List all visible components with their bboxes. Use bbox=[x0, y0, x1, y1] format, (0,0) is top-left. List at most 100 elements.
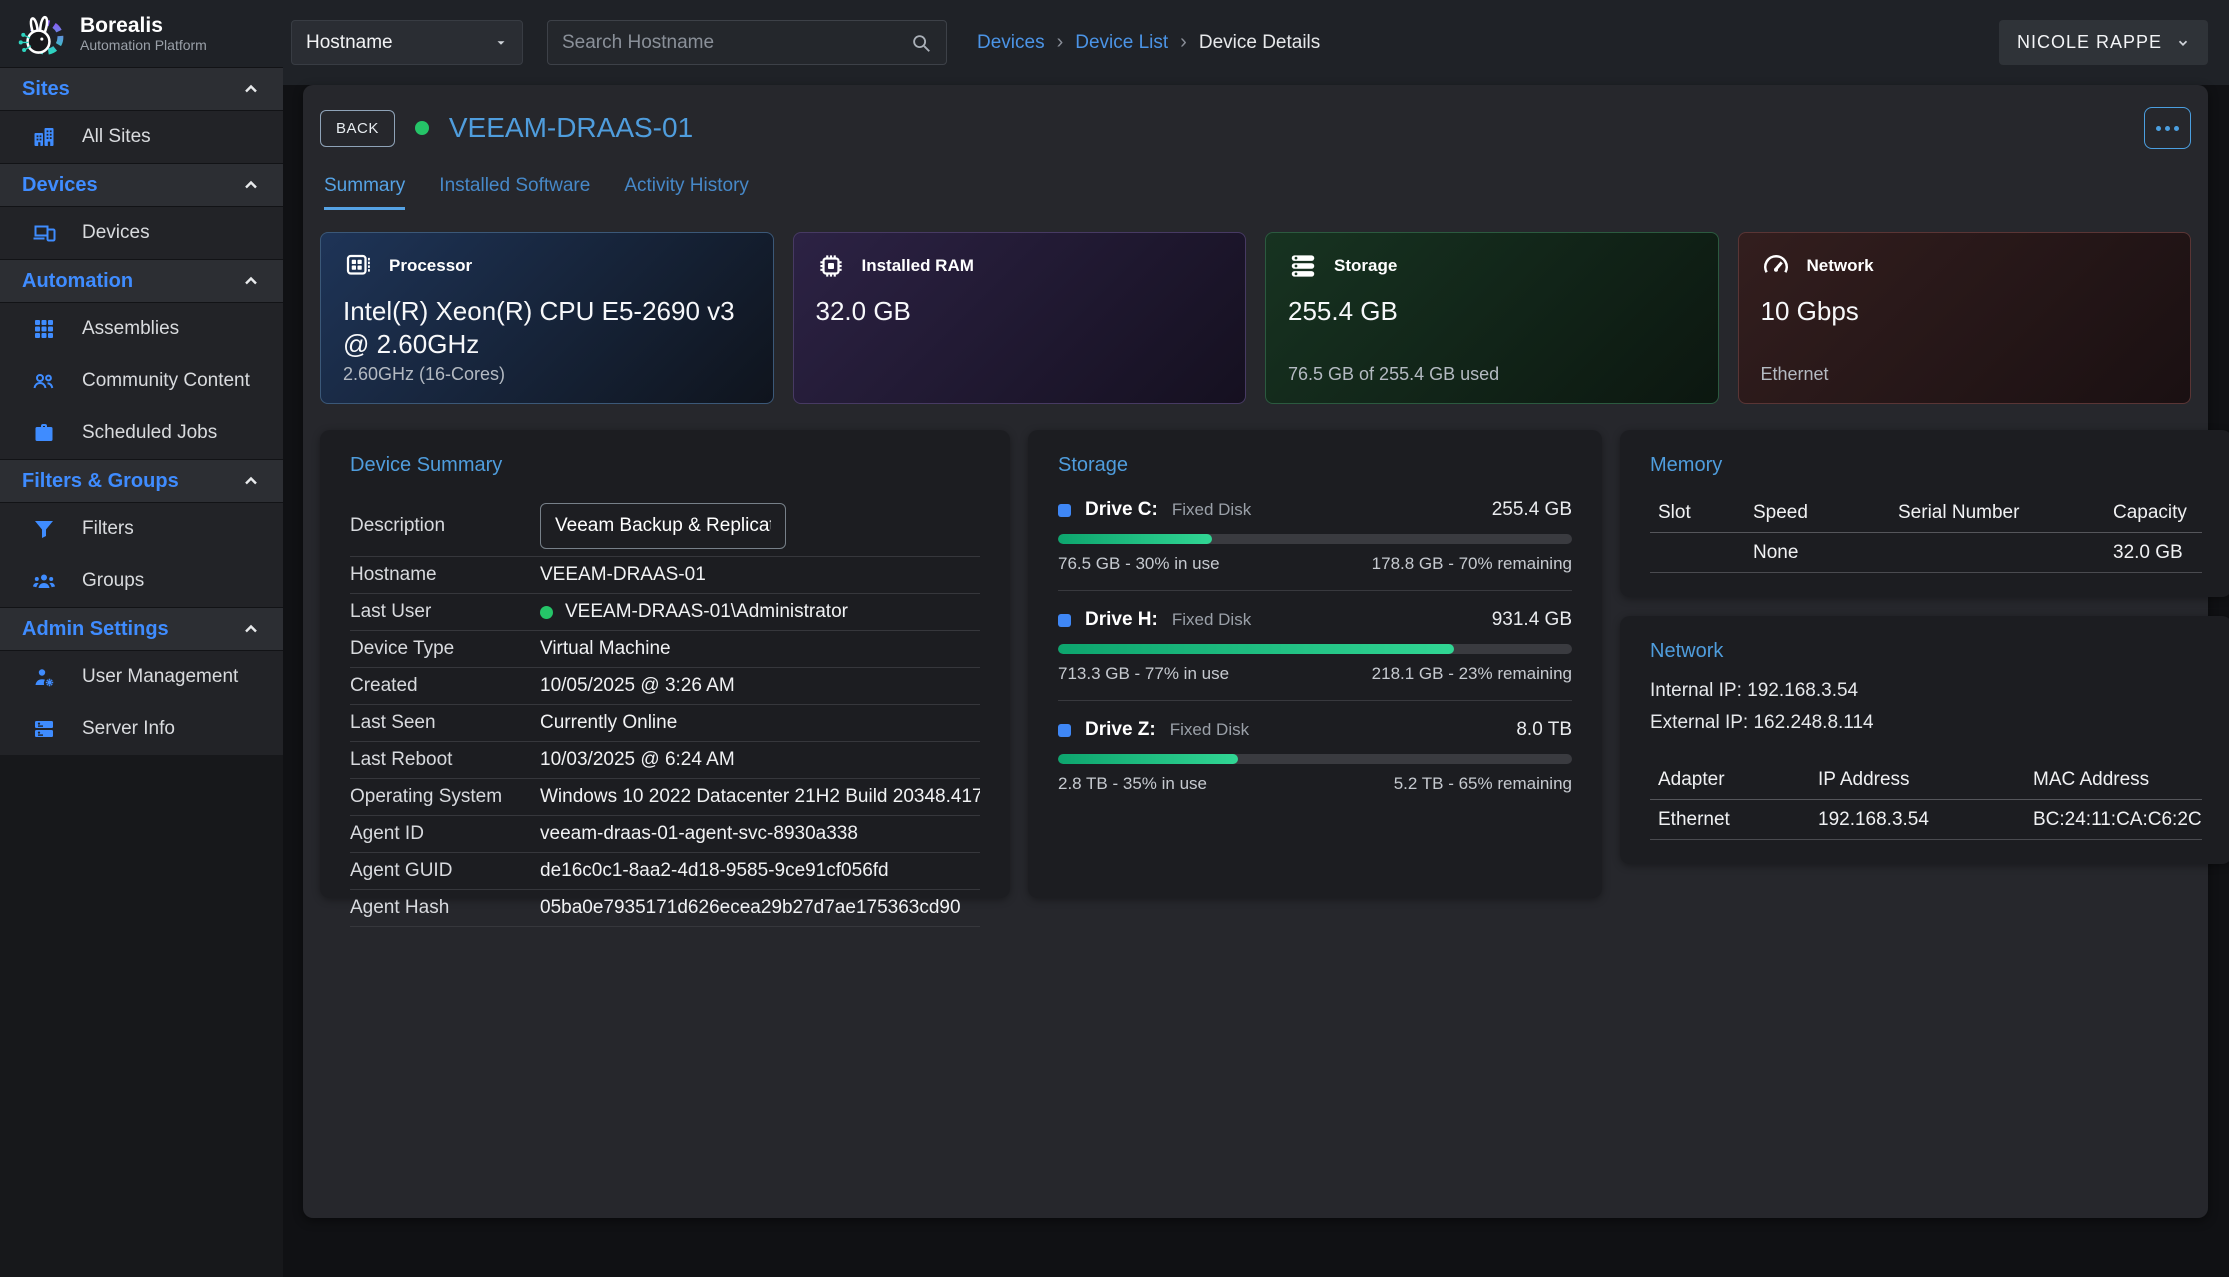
search-type-dropdown[interactable]: Hostname bbox=[291, 20, 523, 65]
sidebar-section-items: Devices bbox=[0, 207, 283, 259]
stat-card-header: Storage bbox=[1288, 251, 1696, 281]
drive-used-label: 76.5 GB - 30% in use bbox=[1058, 554, 1220, 574]
summary-row-last-seen: Last SeenCurrently Online bbox=[350, 705, 980, 742]
sidebar-section-devices[interactable]: Devices bbox=[0, 163, 283, 207]
description-input[interactable] bbox=[540, 503, 786, 549]
sidebar-item-filters[interactable]: Filters bbox=[0, 503, 283, 555]
brand-subtitle: Automation Platform bbox=[80, 37, 207, 53]
drive-bullet-icon bbox=[1058, 504, 1071, 517]
summary-row-description: Description bbox=[350, 495, 980, 557]
stat-card-value: 32.0 GB bbox=[816, 295, 1224, 328]
sidebar-section-label: Sites bbox=[22, 78, 241, 101]
breadcrumb-devices[interactable]: Devices bbox=[977, 32, 1045, 54]
chevron-up-icon bbox=[241, 79, 261, 99]
summary-row-last-user: Last UserVEEAM-DRAAS-01\Administrator bbox=[350, 594, 980, 631]
building-icon bbox=[32, 125, 56, 149]
breadcrumb-separator: › bbox=[1057, 31, 1064, 54]
summary-row-label: Last User bbox=[350, 601, 540, 623]
summary-row-value: VEEAM-DRAAS-01\Administrator bbox=[540, 601, 848, 623]
sidebar-section-items: Filters Groups bbox=[0, 503, 283, 607]
rabbit-gear-logo bbox=[14, 7, 68, 61]
cpu-icon bbox=[343, 251, 373, 281]
device-header: BACK VEEAM-DRAAS-01 bbox=[320, 107, 2191, 149]
drive-row-drive-z: Drive Z:Fixed Disk8.0 TB 2.8 TB - 35% in … bbox=[1058, 700, 1572, 794]
drive-usage-bar bbox=[1058, 534, 1572, 544]
search-input[interactable] bbox=[562, 32, 910, 54]
search-type-value: Hostname bbox=[306, 32, 494, 54]
sidebar-item-user-management[interactable]: User Management bbox=[0, 651, 283, 703]
user-name: NICOLE RAPPE bbox=[2017, 32, 2162, 53]
drive-usage-fill bbox=[1058, 534, 1212, 544]
tab-activity-history[interactable]: Activity History bbox=[624, 175, 749, 210]
filter-icon bbox=[32, 517, 56, 541]
user-gear-icon bbox=[32, 665, 56, 689]
memory-header-row: SlotSpeedSerial NumberCapacity bbox=[1650, 493, 2202, 533]
topbar: Hostname Devices › Device List › Device Deta… bbox=[283, 0, 2229, 85]
drive-usage-bar bbox=[1058, 644, 1572, 654]
sidebar-section-items: All Sites bbox=[0, 111, 283, 163]
breadcrumb-device-details: Device Details bbox=[1199, 32, 1320, 54]
drive-remaining-label: 218.1 GB - 23% remaining bbox=[1372, 664, 1572, 684]
sidebar-item-all-sites[interactable]: All Sites bbox=[0, 111, 283, 163]
ellipsis-icon[interactable] bbox=[2144, 107, 2191, 149]
sidebar-section-automation[interactable]: Automation bbox=[0, 259, 283, 303]
drive-usage-bar bbox=[1058, 754, 1572, 764]
drive-used-label: 2.8 TB - 35% in use bbox=[1058, 774, 1207, 794]
network-cell: Ethernet bbox=[1658, 809, 1818, 831]
sidebar-section-items: AssembliesCommunity ContentScheduled Job… bbox=[0, 303, 283, 459]
summary-row-label: Description bbox=[350, 515, 540, 537]
drive-remaining-label: 178.8 GB - 70% remaining bbox=[1372, 554, 1572, 574]
stat-card-header: Processor bbox=[343, 251, 751, 281]
device-summary-panel: Device Summary DescriptionHostnameVEEAM-… bbox=[320, 430, 1010, 898]
stat-card-header: Installed RAM bbox=[816, 251, 1224, 281]
breadcrumb-device-list[interactable]: Device List bbox=[1075, 32, 1168, 54]
drive-usage-fill bbox=[1058, 754, 1238, 764]
search-icon[interactable] bbox=[910, 32, 932, 54]
sidebar-section-admin-settings[interactable]: Admin Settings bbox=[0, 607, 283, 651]
sidebar-item-scheduled-jobs[interactable]: Scheduled Jobs bbox=[0, 407, 283, 459]
sidebar-item-assemblies[interactable]: Assemblies bbox=[0, 303, 283, 355]
sidebar-item-server-info[interactable]: Server Info bbox=[0, 703, 283, 755]
summary-row-agent-hash: Agent Hash05ba0e7935171d626ecea29b27d7ae… bbox=[350, 890, 980, 927]
user-menu-button[interactable]: NICOLE RAPPE bbox=[1999, 20, 2208, 65]
brand-logo-block: Borealis Automation Platform bbox=[0, 0, 283, 67]
summary-row-label: Last Reboot bbox=[350, 749, 540, 771]
drive-header: Drive Z:Fixed Disk8.0 TB bbox=[1058, 719, 1572, 741]
device-status-dot bbox=[415, 121, 429, 135]
drive-list: Drive C:Fixed Disk255.4 GB76.5 GB - 30% … bbox=[1058, 499, 1572, 794]
drive-header: Drive H:Fixed Disk931.4 GB bbox=[1058, 609, 1572, 631]
summary-row-device-type: Device TypeVirtual Machine bbox=[350, 631, 980, 668]
summary-row-value: Windows 10 2022 Datacenter 21H2 Build 20… bbox=[540, 786, 980, 808]
stat-card-title: Storage bbox=[1334, 256, 1397, 276]
summary-row-last-reboot: Last Reboot10/03/2025 @ 6:24 AM bbox=[350, 742, 980, 779]
summary-row-created: Created10/05/2025 @ 3:26 AM bbox=[350, 668, 980, 705]
tab-summary[interactable]: Summary bbox=[324, 175, 405, 210]
sidebar-item-community-content[interactable]: Community Content bbox=[0, 355, 283, 407]
drive-used-label: 713.3 GB - 77% in use bbox=[1058, 664, 1229, 684]
sidebar-section-sites[interactable]: Sites bbox=[0, 67, 283, 111]
chevron-up-icon bbox=[241, 471, 261, 491]
drive-name: Drive Z: bbox=[1085, 719, 1156, 741]
drive-stats: 76.5 GB - 30% in use 178.8 GB - 70% remai… bbox=[1058, 554, 1572, 574]
breadcrumb-separator: › bbox=[1180, 31, 1187, 54]
back-button[interactable]: BACK bbox=[320, 110, 395, 147]
online-status-dot bbox=[540, 606, 553, 619]
stat-card-value: 10 Gbps bbox=[1761, 295, 2169, 328]
summary-row-value bbox=[540, 503, 786, 549]
stat-card-row: ProcessorIntel(R) Xeon(R) CPU E5-2690 v3… bbox=[320, 232, 2191, 404]
sidebar-section-filters-groups[interactable]: Filters & Groups bbox=[0, 459, 283, 503]
memory-cell: 32.0 GB bbox=[2113, 542, 2202, 564]
sidebar-item-label: All Sites bbox=[82, 126, 151, 148]
stat-card-network: Network10 GbpsEthernet bbox=[1738, 232, 2192, 404]
summary-row-label: Operating System bbox=[350, 786, 540, 808]
sidebar-item-devices[interactable]: Devices bbox=[0, 207, 283, 259]
summary-row-label: Created bbox=[350, 675, 540, 697]
drive-name: Drive H: bbox=[1085, 609, 1158, 631]
tab-installed-software[interactable]: Installed Software bbox=[439, 175, 590, 210]
drive-size: 8.0 TB bbox=[1516, 719, 1572, 741]
content-area: BACK VEEAM-DRAAS-01 Summary Installed Sof… bbox=[283, 85, 2229, 1277]
sidebar-item-groups[interactable]: Groups bbox=[0, 555, 283, 607]
summary-row-label: Agent Hash bbox=[350, 897, 540, 919]
sidebar-item-label: Filters bbox=[82, 518, 134, 540]
stat-card-processor: ProcessorIntel(R) Xeon(R) CPU E5-2690 v3… bbox=[320, 232, 774, 404]
